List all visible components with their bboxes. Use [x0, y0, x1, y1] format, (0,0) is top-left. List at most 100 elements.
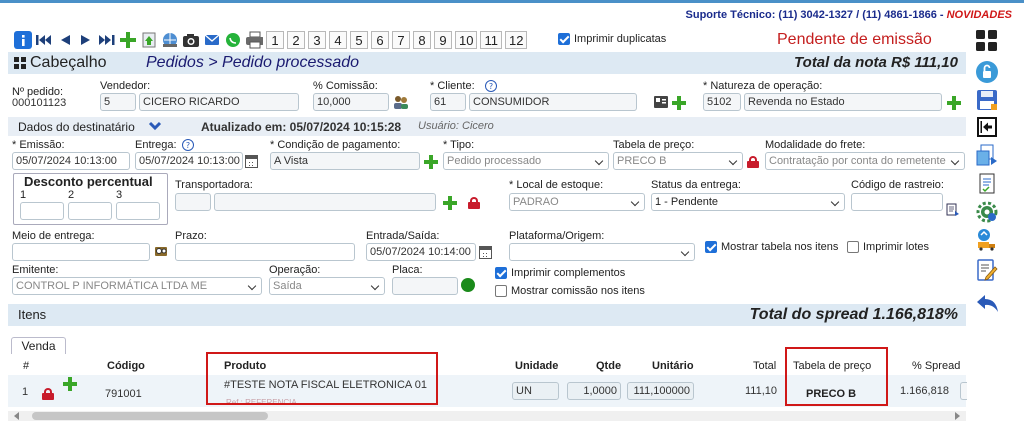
settings-icon[interactable] [972, 198, 1002, 226]
next-icon[interactable] [77, 31, 95, 49]
mostrar-tabela-checkbox[interactable] [705, 241, 717, 253]
imprimir-lotes-checkbox[interactable] [847, 241, 859, 253]
add-condicao-icon[interactable] [423, 154, 439, 170]
meio-search-icon[interactable] [154, 244, 168, 261]
last-icon[interactable] [98, 31, 116, 49]
document-icon[interactable] [972, 170, 1002, 198]
edit-icon[interactable] [972, 256, 1002, 284]
page-8[interactable]: 8 [413, 31, 431, 49]
row-qtde-field[interactable]: 1,0000 [567, 382, 621, 400]
cliente-code-field[interactable]: 61 [430, 93, 466, 111]
mostrar-comissao[interactable]: Mostrar comissão nos itens [495, 285, 645, 297]
row-add-icon[interactable] [62, 376, 78, 392]
scroll-thumb[interactable] [32, 412, 268, 420]
chevron-down-icon[interactable] [148, 120, 162, 135]
mostrar-comissao-checkbox[interactable] [495, 285, 507, 297]
info-icon[interactable] [14, 31, 32, 49]
rastreio-field[interactable] [851, 193, 943, 211]
natureza-code-field[interactable]: 5102 [703, 93, 741, 111]
atualizado-em: Atualizado em: 05/07/2024 10:15:28 [201, 120, 402, 134]
tab-venda[interactable]: Venda [11, 337, 66, 354]
page-4[interactable]: 4 [329, 31, 347, 49]
vendedor-code-field[interactable]: 5 [100, 93, 136, 111]
tipo-select[interactable]: Pedido processado [443, 152, 609, 170]
first-icon[interactable] [35, 31, 53, 49]
transportadora-code-field[interactable] [175, 193, 211, 211]
page-9[interactable]: 9 [434, 31, 452, 49]
email-icon[interactable] [203, 31, 221, 49]
comissao-field[interactable]: 10,000 [313, 93, 389, 111]
page-7[interactable]: 7 [392, 31, 410, 49]
copy-icon[interactable] [972, 141, 1002, 169]
page-6[interactable]: 6 [371, 31, 389, 49]
row-next-field[interactable] [960, 382, 967, 400]
transportadora-lock-icon[interactable] [468, 197, 480, 209]
import-icon[interactable] [140, 31, 158, 49]
local-select[interactable]: PADRAO [509, 193, 645, 211]
entrada-field[interactable]: 05/07/2024 10:14:00 [366, 243, 476, 261]
contact-card-icon[interactable] [654, 96, 668, 111]
emitente-select[interactable]: CONTROL P INFORMÁTICA LTDA ME [12, 277, 262, 295]
back-icon[interactable] [972, 290, 1002, 318]
entrada-calendar-icon[interactable] [479, 246, 492, 259]
operacao-select[interactable]: Saída [269, 277, 385, 295]
cliente-name-field[interactable]: CONSUMIDOR [469, 93, 637, 111]
mostrar-tabela[interactable]: Mostrar tabela nos itens [705, 241, 838, 253]
support-info[interactable]: Suporte Técnico: (11) 3042-1327 / (11) 4… [686, 9, 1012, 21]
delivery-icon[interactable] [972, 225, 1002, 253]
row-unitario-field[interactable]: 111,100000 [627, 382, 694, 400]
camera-icon[interactable] [182, 31, 200, 49]
desconto-2-field[interactable] [68, 202, 112, 220]
plataforma-select[interactable] [509, 243, 695, 261]
natureza-name-field[interactable]: Revenda no Estado [744, 93, 942, 111]
calendar-icon[interactable] [245, 155, 258, 168]
page-11[interactable]: 11 [480, 31, 502, 49]
add-icon[interactable] [119, 31, 137, 49]
destinatario-label[interactable]: Dados do destinatário [18, 120, 135, 134]
desconto-1-field[interactable] [20, 202, 64, 220]
add-natureza-icon[interactable] [946, 95, 962, 111]
horizontal-scrollbar[interactable] [8, 411, 966, 421]
prev-icon[interactable] [56, 31, 74, 49]
emissao-field[interactable]: 05/07/2024 10:13:00 [12, 152, 130, 170]
status-entrega-select[interactable]: 1 - Pendente [651, 193, 845, 211]
save-icon[interactable] [972, 86, 1002, 114]
tabela-select[interactable]: PRECO B [613, 152, 743, 170]
page-10[interactable]: 10 [455, 31, 478, 49]
print-duplicatas[interactable]: Imprimir duplicatas [558, 33, 666, 45]
exit-icon[interactable] [972, 113, 1002, 141]
entrega-field[interactable]: 05/07/2024 10:13:00 [135, 152, 243, 170]
row-lock-icon[interactable] [42, 388, 54, 400]
grid-icon[interactable] [972, 27, 1002, 55]
page-3[interactable]: 3 [308, 31, 326, 49]
meio-field[interactable] [12, 243, 150, 261]
print-duplicatas-checkbox[interactable] [558, 33, 570, 45]
imprimir-complementos[interactable]: Imprimir complementos [495, 267, 625, 279]
transportadora-name-field[interactable] [214, 193, 436, 211]
page-5[interactable]: 5 [350, 31, 368, 49]
desconto-3-field[interactable] [116, 202, 160, 220]
lock-icon[interactable] [747, 156, 759, 168]
people-icon[interactable] [393, 94, 409, 113]
unlock-icon[interactable] [972, 58, 1002, 86]
frete-select[interactable]: Contratação por conta do remetente [765, 152, 965, 170]
scroll-left-icon[interactable] [14, 412, 19, 420]
prazo-field[interactable] [175, 243, 355, 261]
novidades-link[interactable]: NOVIDADES [947, 9, 1012, 21]
imprimir-complementos-checkbox[interactable] [495, 267, 507, 279]
print-icon[interactable] [245, 31, 263, 49]
rastreio-doc-icon[interactable] [946, 203, 960, 220]
vendedor-name-field[interactable]: CICERO RICARDO [139, 93, 299, 111]
whatsapp-icon[interactable] [224, 31, 242, 49]
add-transportadora-icon[interactable] [442, 195, 458, 211]
add-cliente-icon[interactable] [671, 95, 687, 111]
scroll-right-icon[interactable] [955, 412, 960, 420]
imprimir-lotes[interactable]: Imprimir lotes [847, 241, 929, 253]
page-12[interactable]: 12 [504, 31, 528, 49]
row-unidade-field[interactable]: UN [512, 382, 559, 400]
page-2[interactable]: 2 [287, 31, 305, 49]
condicao-field[interactable]: A Vista [270, 152, 420, 170]
page-1[interactable]: 1 [266, 31, 284, 49]
web-icon[interactable] [161, 31, 179, 49]
placa-field[interactable] [392, 277, 458, 295]
